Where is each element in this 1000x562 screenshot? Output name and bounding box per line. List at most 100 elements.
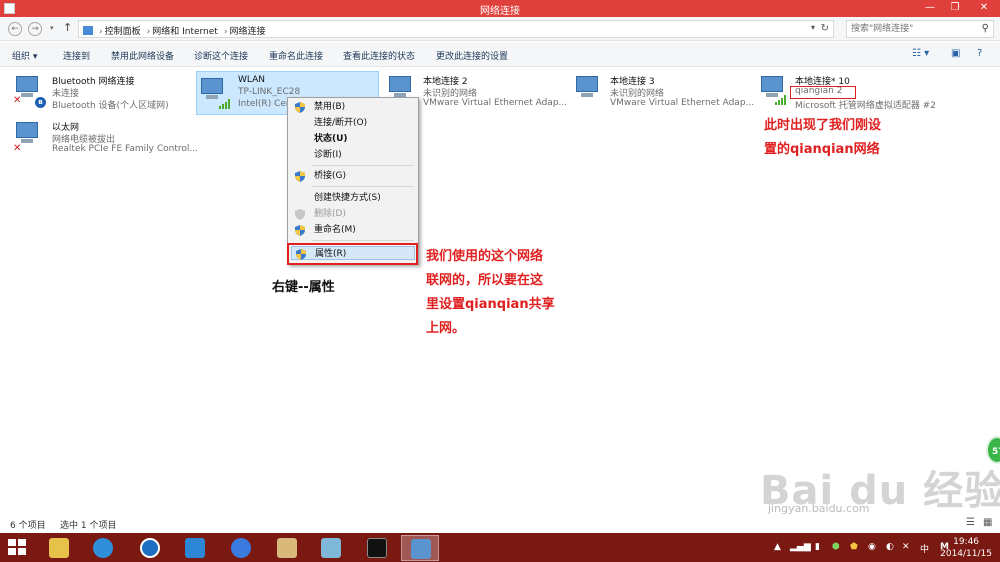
preview-pane-icon[interactable]: ▣ [951,48,960,59]
window-title: 网络连接 [480,6,520,17]
details-view-icon[interactable]: ☰ [966,517,975,528]
up-arrow-icon[interactable]: ↑ [63,21,72,34]
menu-item-label: 诊断(I) [314,150,342,160]
taskbar-cmd[interactable] [358,535,396,561]
connection-local-3[interactable]: 本地连接 3 未识别的网络 VMware Virtual Ethernet Ad… [572,70,754,114]
context-menu: 禁用(B) 连接/断开(O) 状态(U) 诊断(I) 桥接(G) 创建快捷方式(… [287,97,419,265]
breadcrumb-network-internet[interactable]: 网络和 Internet [152,27,218,37]
taskbar-internet-explorer[interactable] [84,535,122,561]
menu-item-label: 连接/断开(O) [314,118,368,128]
menu-item-disable[interactable]: 禁用(B) [291,100,415,114]
menu-separator [312,165,414,166]
taskbar: ▲ ▂▄▆ ▮ ⬢ ⬟ ◉ ◐ ✕ 中 M 19:46 2014/11/15 [0,533,1000,562]
control-panel-icon [83,26,93,35]
organize-menu[interactable]: 组织 ▾ [12,49,37,62]
breadcrumb-control-panel[interactable]: 控制面板 [105,27,141,37]
address-toolbar: ← → ▾ ↑ ›控制面板›网络和 Internet›网络连接 ▾ ↻ ⚲ [0,17,1000,41]
taskbar-network-connections[interactable] [401,535,439,561]
ie-icon [93,538,113,558]
minimize-button[interactable]: — [918,0,942,17]
disconnected-x-icon: ✕ [13,95,22,106]
connect-to-button[interactable]: 连接到 [63,49,90,62]
disable-device-button[interactable]: 禁用此网络设备 [111,49,174,62]
shield-icon [295,171,305,182]
view-options-icon[interactable]: ☷ ▾ [912,48,929,59]
menu-separator [312,186,414,187]
connection-device: Bluetooth 设备(个人区域网) [52,101,169,111]
disconnected-x-icon: ✕ [13,143,22,154]
app-tray-icon[interactable]: ◉ [868,542,876,552]
taskbar-app-cube[interactable] [312,535,350,561]
shield-tray-icon[interactable]: ⬟ [850,542,858,552]
folder-icon [49,538,69,558]
cube-icon [321,538,341,558]
forward-arrow-icon[interactable]: → [28,22,42,36]
wifi-tray-icon[interactable]: ▂▄▆ [790,542,811,552]
annotation-line: 我们使用的这个网络 [426,249,544,264]
connection-local-10[interactable]: 本地连接* 10 qiangian 2 Microsoft 托管网络虚拟适配器 … [757,70,957,114]
connection-device: Microsoft 托管网络虚拟适配器 #2 [795,101,936,111]
app2-tray-icon[interactable]: ✕ [902,542,910,552]
help-icon[interactable]: ? [977,48,982,59]
change-settings-button[interactable]: 更改此连接的设置 [436,49,508,62]
menu-item-delete: 删除(D) [291,207,415,221]
menu-item-rename[interactable]: 重命名(M) [291,223,415,237]
taskbar-browser[interactable] [222,535,260,561]
tiles-view-icon[interactable]: ▦ [983,517,992,528]
windows-start-icon[interactable] [8,539,26,556]
menu-separator [312,240,414,241]
address-box[interactable]: › 控制面板 › 网络和 Internet › 网络连接 ▾ ↻ [78,20,834,38]
menu-item-connect-disconnect[interactable]: 连接/断开(O) [291,116,415,130]
volume-tray-icon[interactable]: ◐ [886,542,894,552]
taskbar-cloud-app[interactable] [176,535,214,561]
menu-item-bridge[interactable]: 桥接(G) [291,169,415,183]
taskbar-paint[interactable] [268,535,306,561]
connection-ethernet[interactable]: ✕ 以太网 网络电缆被拔出 Realtek PCIe FE Family Con… [12,116,198,160]
command-prompt-icon [367,538,387,558]
close-button[interactable]: ✕ [968,0,1000,17]
menu-item-status[interactable]: 状态(U) [291,132,415,146]
breadcrumb-network-connections[interactable]: 网络连接 [229,27,265,37]
restore-button[interactable]: ❐ [943,0,967,17]
annotation-right-click: 右键--属性 [272,280,335,295]
ime-language-indicator[interactable]: 中 [920,542,929,555]
item-count: 6 个项目 [10,521,46,531]
rename-button[interactable]: 重命名此连接 [269,49,323,62]
breadcrumb: › 控制面板 › 网络和 Internet › 网络连接 [83,24,267,37]
clock-time: 19:46 [953,537,980,547]
highlight-box-qianqian [790,86,856,99]
title-bar: 网络连接 — ❐ ✕ [0,0,1000,17]
selected-count: 选中 1 个项目 [60,521,117,531]
diagnose-button[interactable]: 诊断这个连接 [194,49,248,62]
bluetooth-icon: ʙ [35,97,46,108]
status-bar: 6 个项目 选中 1 个项目 ☰ ▦ [0,514,1000,532]
annotation-right: 此时出现了我们刚设 置的qianqian网络 [764,114,881,162]
menu-item-label: 桥接(G) [314,171,346,181]
shield-icon [295,209,305,220]
back-arrow-icon[interactable]: ← [8,22,22,36]
battery-tray-icon[interactable]: ▮ [815,542,820,552]
clock[interactable]: 19:46 2014/11/15 [940,536,992,560]
menu-item-diagnose[interactable]: 诊断(I) [291,148,415,162]
security-tray-icon[interactable]: ⬢ [832,542,840,552]
annotation-line: 上网。 [426,321,466,336]
baidu-watermark: Bai du 经验 jingyan.baidu.com [760,458,1000,518]
menu-item-label: 禁用(B) [314,102,346,112]
search-box: ⚲ [846,20,994,38]
menu-item-label: 创建快捷方式(S) [314,193,381,203]
search-icon[interactable]: ⚲ [982,23,989,34]
address-dropdown-icon[interactable]: ▾ [811,23,815,32]
clock-date: 2014/11/15 [940,549,992,559]
taskbar-file-explorer[interactable] [40,535,78,561]
view-status-button[interactable]: 查看此连接的状态 [343,49,415,62]
menu-item-create-shortcut[interactable]: 创建快捷方式(S) [291,191,415,205]
system-tray: ▲ ▂▄▆ ▮ ⬢ ⬟ ◉ ◐ ✕ 中 M 19:46 2014/11/15 [760,533,1000,562]
recent-locations-icon[interactable]: ▾ [50,24,54,32]
search-input[interactable] [847,21,972,37]
connection-bluetooth[interactable]: ✕ ʙ Bluetooth 网络连接 未连接 Bluetooth 设备(个人区域… [12,70,192,114]
refresh-icon[interactable]: ↻ [821,23,829,34]
connection-device: VMware Virtual Ethernet Adap... [423,98,568,108]
taskbar-k-app[interactable] [131,535,169,561]
show-hidden-icons-icon[interactable]: ▲ [774,542,781,552]
menu-item-label: 删除(D) [314,209,346,219]
